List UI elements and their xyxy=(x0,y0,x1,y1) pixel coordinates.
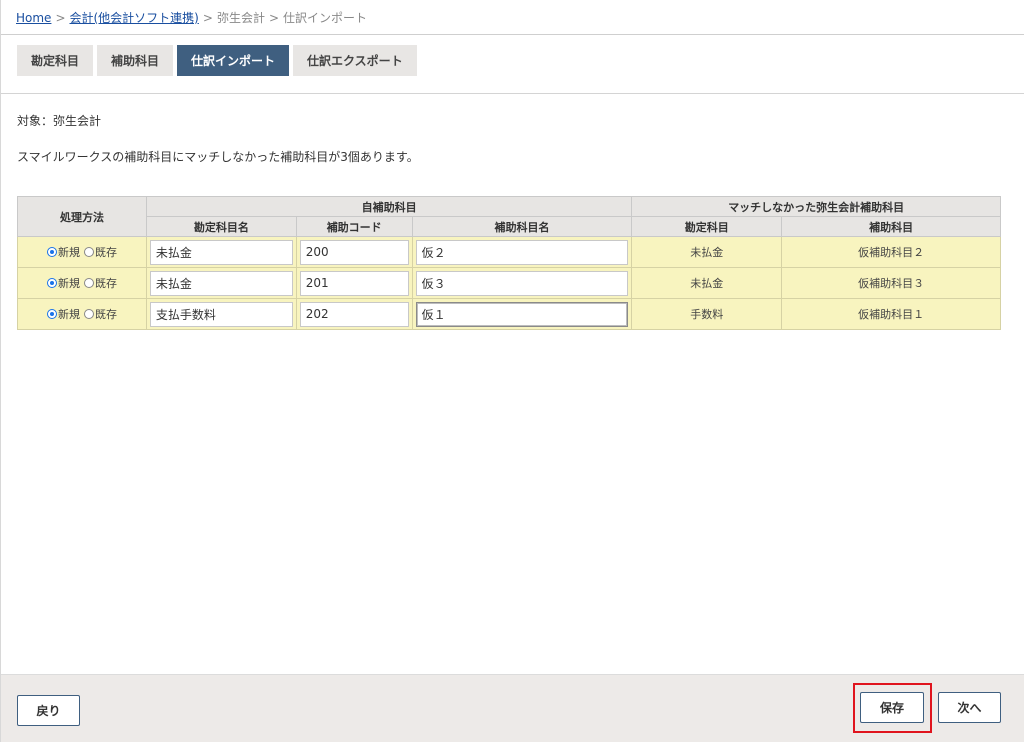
table-row: 新規 既存 未払金 仮補助科目３ xyxy=(17,267,1001,299)
breadcrumb-current: 仕訳インポート xyxy=(283,11,368,25)
header-sub-name: 補助科目名 xyxy=(411,216,633,237)
tab-divider xyxy=(1,93,1024,94)
sub-name-input[interactable] xyxy=(415,270,629,296)
radio-new[interactable]: 新規 xyxy=(46,306,80,322)
header-own-sub-account: 自補助科目 xyxy=(145,196,633,217)
breadcrumb: Home > 会計(他会計ソフト連携) > 弥生会計 > 仕訳インポート xyxy=(16,9,367,26)
tab-sub-accounts[interactable]: 補助科目 xyxy=(97,45,174,76)
breadcrumb-home-link[interactable]: Home xyxy=(16,11,51,25)
method-cell: 新規 既存 xyxy=(17,298,147,330)
footer-bar: 戻り 保存 次へ xyxy=(1,674,1024,742)
yayoi-account-cell: 未払金 xyxy=(631,236,783,268)
radio-existing[interactable]: 既存 xyxy=(83,275,117,291)
target-label: 対象：弥生会計 xyxy=(17,114,102,128)
save-button[interactable]: 保存 xyxy=(860,692,924,723)
yayoi-sub-cell: 仮補助科目１ xyxy=(781,298,1001,330)
radio-existing[interactable]: 既存 xyxy=(83,244,117,260)
sub-code-input[interactable] xyxy=(299,270,409,296)
breadcrumb-accounting-link[interactable]: 会計(他会計ソフト連携) xyxy=(70,11,199,25)
tab-journal-export[interactable]: 仕訳エクスポート xyxy=(293,45,417,76)
header-divider xyxy=(1,34,1024,35)
tab-account-items[interactable]: 勘定科目 xyxy=(17,45,94,76)
sub-name-input[interactable] xyxy=(415,239,629,265)
method-cell: 新規 既存 xyxy=(17,236,147,268)
yayoi-sub-cell: 仮補助科目３ xyxy=(781,267,1001,299)
breadcrumb-yayoi: 弥生会計 xyxy=(216,11,265,25)
breadcrumb-separator: > xyxy=(55,11,66,25)
tab-bar: 勘定科目 補助科目 仕訳インポート 仕訳エクスポート xyxy=(17,45,417,76)
table-row: 新規 既存 手数料 仮補助科目１ xyxy=(17,298,1001,330)
header-account-name: 勘定科目名 xyxy=(145,216,297,237)
header-yayoi-account: 勘定科目 xyxy=(631,216,783,237)
header-sub-code: 補助コード xyxy=(295,216,413,237)
page: Home > 会計(他会計ソフト連携) > 弥生会計 > 仕訳インポート 勘定科目 補助科目… xyxy=(0,0,1024,742)
yayoi-account-cell: 手数料 xyxy=(631,298,783,330)
radio-selected-icon xyxy=(46,278,57,288)
radio-new[interactable]: 新規 xyxy=(46,244,80,260)
next-button[interactable]: 次へ xyxy=(938,692,1001,723)
radio-new[interactable]: 新規 xyxy=(46,275,80,291)
unmatched-message: スマイルワークスの補助科目にマッチしなかった補助科目が3個あります。 xyxy=(17,150,419,164)
tab-journal-import[interactable]: 仕訳インポート xyxy=(177,45,290,76)
yayoi-account-cell: 未払金 xyxy=(631,267,783,299)
radio-unselected-icon xyxy=(83,278,94,288)
radio-existing[interactable]: 既存 xyxy=(83,306,117,322)
sub-name-input[interactable] xyxy=(415,301,629,327)
breadcrumb-separator: > xyxy=(268,11,280,25)
radio-unselected-icon xyxy=(83,309,94,319)
header-method: 処理方法 xyxy=(17,196,147,237)
account-name-input[interactable] xyxy=(149,270,293,296)
header-yayoi-sub: 補助科目 xyxy=(781,216,1001,237)
account-name-input[interactable] xyxy=(149,301,293,327)
account-name-input[interactable] xyxy=(149,239,293,265)
sub-code-input[interactable] xyxy=(299,301,409,327)
sub-account-mapping-table: 処理方法 自補助科目 マッチしなかった弥生会計補助科目 勘定科目名 補助コード … xyxy=(17,196,1001,330)
radio-unselected-icon xyxy=(83,247,94,257)
method-cell: 新規 既存 xyxy=(17,267,147,299)
yayoi-sub-cell: 仮補助科目２ xyxy=(781,236,1001,268)
radio-selected-icon xyxy=(46,309,57,319)
sub-code-input[interactable] xyxy=(299,239,409,265)
radio-selected-icon xyxy=(46,247,57,257)
table-row: 新規 既存 未払金 仮補助科目２ xyxy=(17,236,1001,268)
header-unmatched-yayoi: マッチしなかった弥生会計補助科目 xyxy=(631,196,1001,217)
breadcrumb-separator: > xyxy=(202,11,213,25)
back-button[interactable]: 戻り xyxy=(17,695,80,726)
